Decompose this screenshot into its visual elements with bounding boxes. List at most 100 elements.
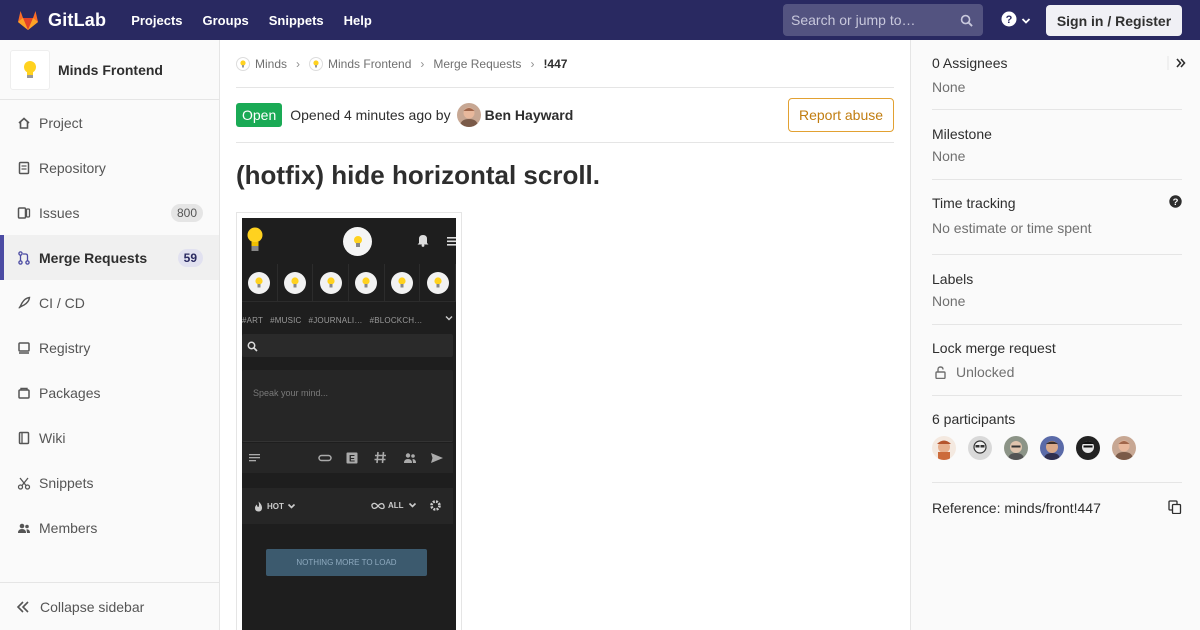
gitlab-logo[interactable]: GitLab [16, 8, 106, 32]
avatar[interactable] [968, 436, 992, 460]
avatar[interactable] [1004, 436, 1028, 460]
nav-groups[interactable]: Groups [203, 13, 249, 28]
help-dropdown[interactable]: ? [1001, 11, 1031, 30]
left-sidebar: Minds Frontend Project Repository Issues… [0, 40, 220, 630]
breadcrumb: Minds › Minds Frontend › Merge Requests … [236, 40, 894, 88]
sidebar-item-label: Packages [39, 384, 101, 401]
bell-icon [417, 233, 429, 250]
lightbulb-icon [246, 226, 264, 257]
package-icon [16, 385, 32, 401]
project-header[interactable]: Minds Frontend [0, 40, 219, 100]
collapse-label: Collapse sidebar [40, 598, 145, 615]
send-icon [430, 451, 444, 467]
assignees-section: 0 Assignees None [932, 55, 1186, 110]
breadcrumb-group[interactable]: Minds [236, 56, 288, 71]
avatar[interactable] [1112, 436, 1136, 460]
sidebar-item-label: Registry [39, 339, 91, 356]
breadcrumb-merge-requests[interactable]: Merge Requests [433, 57, 521, 71]
sort-hot-label: HOT [267, 502, 284, 511]
labels-section: Labels None [932, 271, 1182, 325]
author-name[interactable]: Ben Hayward [485, 107, 574, 123]
sidebar-item-packages[interactable]: Packages [0, 370, 219, 415]
sidebar-item-wiki[interactable]: Wiki [0, 415, 219, 460]
report-abuse-button[interactable]: Report abuse [788, 98, 894, 132]
milestone-section: Milestone None [932, 126, 1182, 180]
reference-text: Reference: minds/front!447 [932, 500, 1101, 516]
avatar[interactable] [932, 436, 956, 460]
lock-section: Lock merge request Unlocked [932, 340, 1182, 396]
compose-box: Speak your mind... [242, 370, 453, 442]
sort-all-label: ALL [388, 501, 404, 510]
brand-name: GitLab [48, 9, 107, 30]
chevron-right-icon: › [420, 56, 425, 71]
milestone-value: None [932, 148, 966, 164]
sidebar-item-members[interactable]: Members [0, 505, 219, 550]
avatar[interactable] [1040, 436, 1064, 460]
copy-icon[interactable] [1168, 500, 1182, 517]
people-icon [403, 451, 417, 467]
users-icon [16, 520, 32, 536]
fire-icon [255, 501, 263, 512]
double-chevron-right-icon[interactable] [1166, 55, 1188, 74]
sidebar-item-label: Snippets [39, 474, 94, 491]
lightbulb-icon [284, 272, 306, 294]
time-tracking-value: No estimate or time spent [932, 220, 1092, 236]
mobile-screenshot: #ART #MUSIC #JOURNALI… #BLOCKCH… Speak y… [242, 218, 456, 630]
sidebar-item-issues[interactable]: Issues 800 [0, 190, 219, 235]
lightbulb-icon [343, 227, 372, 256]
search-input[interactable]: Search or jump to… [783, 4, 983, 36]
milestone-label: Milestone [932, 126, 992, 142]
hashtag-icon [374, 451, 387, 467]
sidebar-item-registry[interactable]: Registry [0, 325, 219, 370]
right-sidebar: 0 Assignees None Milestone None Time tra… [910, 40, 1200, 630]
registry-icon [16, 340, 32, 356]
merge-request-icon [16, 250, 32, 266]
compose-placeholder: Speak your mind... [253, 388, 329, 398]
top-navbar: GitLab Projects Groups Snippets Help Sea… [0, 0, 1200, 40]
opened-text: Opened 4 minutes ago by [290, 107, 451, 123]
sign-in-button[interactable]: Sign in / Register [1046, 5, 1182, 36]
search-placeholder: Search or jump to… [791, 12, 916, 28]
time-tracking-label: Time tracking [932, 195, 1016, 211]
issues-icon [16, 205, 32, 221]
collapse-sidebar-button[interactable]: Collapse sidebar [0, 582, 219, 630]
sidebar-item-label: Merge Requests [39, 249, 148, 266]
sidebar-item-project[interactable]: Project [0, 100, 219, 145]
sidebar-item-label: Members [39, 519, 98, 536]
chevron-down-icon [445, 314, 453, 324]
nav-projects[interactable]: Projects [131, 13, 182, 28]
nav-help[interactable]: Help [344, 13, 372, 28]
lightbulb-icon [24, 60, 36, 78]
breadcrumb-label: Minds [255, 56, 288, 71]
rocket-icon [16, 295, 32, 311]
menu-icon [447, 234, 456, 250]
lightbulb-icon [355, 272, 378, 294]
doc-icon [16, 160, 32, 176]
search-icon [247, 339, 258, 355]
sidebar-item-label: Project [39, 114, 83, 131]
sidebar-item-repository[interactable]: Repository [0, 145, 219, 190]
sidebar-item-label: Repository [39, 159, 106, 176]
sidebar-item-snippets[interactable]: Snippets [0, 460, 219, 505]
channel-avatar-row [242, 264, 456, 302]
breadcrumb-project[interactable]: Minds Frontend [309, 56, 411, 71]
lightbulb-icon [248, 272, 271, 294]
lightbulb-icon [391, 272, 414, 294]
mr-status-row: Open Opened 4 minutes ago by Ben Hayward… [236, 88, 894, 143]
avatar[interactable] [1076, 436, 1100, 460]
lightbulb-icon [309, 56, 324, 71]
question-icon[interactable]: ? [1169, 195, 1182, 211]
participants-label: 6 participants [932, 411, 1016, 427]
avatar[interactable] [456, 103, 481, 127]
lightbulb-icon [236, 56, 250, 71]
sidebar-item-ci-cd[interactable]: CI / CD [0, 280, 219, 325]
unlock-icon [935, 365, 946, 379]
description-image[interactable]: #ART #MUSIC #JOURNALI… #BLOCKCH… Speak y… [236, 212, 462, 630]
sidebar-item-label: Issues [39, 204, 80, 221]
book-icon [16, 430, 32, 446]
breadcrumb-current[interactable]: !447 [543, 57, 567, 71]
editor-icon: E [346, 451, 358, 467]
participants-section: 6 participants [932, 411, 1182, 483]
nav-snippets[interactable]: Snippets [269, 13, 324, 28]
sidebar-item-merge-requests[interactable]: Merge Requests 59 [0, 235, 219, 280]
